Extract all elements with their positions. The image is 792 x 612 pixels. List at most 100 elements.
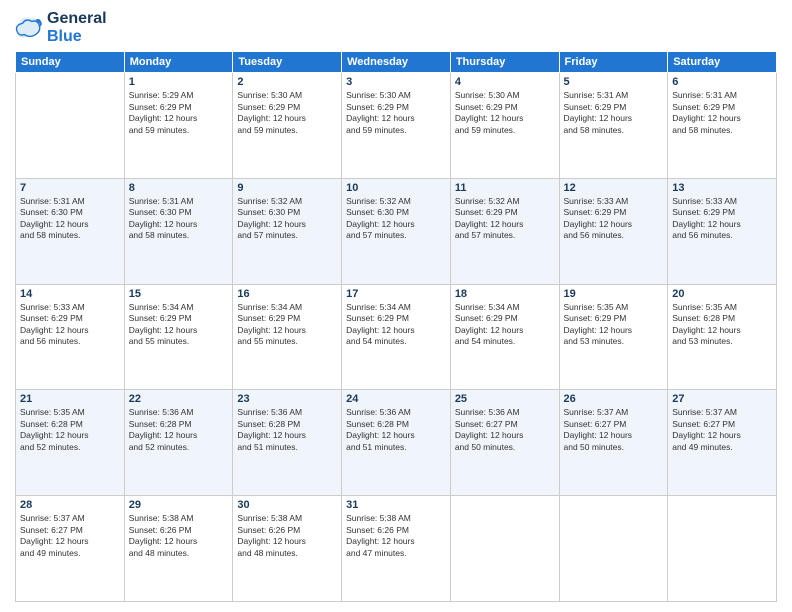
day-number: 16 [237,288,337,300]
calendar-cell: 30 Sunrise: 5:38 AM Sunset: 6:26 PM Dayli… [233,496,342,602]
day-number: 5 [564,76,664,88]
calendar-week-row: 28 Sunrise: 5:37 AM Sunset: 6:27 PM Dayli… [16,496,777,602]
day-number: 7 [20,182,120,194]
page: General Blue SundayMondayTuesdayWednesda… [0,0,792,612]
calendar-cell: 2 Sunrise: 5:30 AM Sunset: 6:29 PM Daylig… [233,73,342,179]
calendar-cell: 15 Sunrise: 5:34 AM Sunset: 6:29 PM Dayli… [124,284,233,390]
day-info: Sunrise: 5:32 AM Sunset: 6:30 PM Dayligh… [237,196,337,242]
day-info: Sunrise: 5:31 AM Sunset: 6:30 PM Dayligh… [129,196,229,242]
calendar-table: SundayMondayTuesdayWednesdayThursdayFrid… [15,51,777,602]
day-info: Sunrise: 5:33 AM Sunset: 6:29 PM Dayligh… [672,196,772,242]
calendar-header-thursday: Thursday [450,52,559,73]
day-info: Sunrise: 5:34 AM Sunset: 6:29 PM Dayligh… [129,302,229,348]
day-number: 2 [237,76,337,88]
day-number: 27 [672,393,772,405]
day-info: Sunrise: 5:36 AM Sunset: 6:27 PM Dayligh… [455,407,555,453]
calendar-cell: 24 Sunrise: 5:36 AM Sunset: 6:28 PM Dayli… [342,390,451,496]
day-info: Sunrise: 5:35 AM Sunset: 6:28 PM Dayligh… [20,407,120,453]
day-number: 12 [564,182,664,194]
calendar-cell: 20 Sunrise: 5:35 AM Sunset: 6:28 PM Dayli… [668,284,777,390]
day-number: 6 [672,76,772,88]
day-info: Sunrise: 5:36 AM Sunset: 6:28 PM Dayligh… [237,407,337,453]
calendar-header-wednesday: Wednesday [342,52,451,73]
day-info: Sunrise: 5:38 AM Sunset: 6:26 PM Dayligh… [346,513,446,559]
calendar-header-monday: Monday [124,52,233,73]
logo-icon [15,14,43,42]
day-number: 20 [672,288,772,300]
day-info: Sunrise: 5:31 AM Sunset: 6:29 PM Dayligh… [564,90,664,136]
calendar-cell: 21 Sunrise: 5:35 AM Sunset: 6:28 PM Dayli… [16,390,125,496]
day-info: Sunrise: 5:31 AM Sunset: 6:29 PM Dayligh… [672,90,772,136]
day-info: Sunrise: 5:36 AM Sunset: 6:28 PM Dayligh… [129,407,229,453]
calendar-cell: 7 Sunrise: 5:31 AM Sunset: 6:30 PM Daylig… [16,178,125,284]
day-info: Sunrise: 5:36 AM Sunset: 6:28 PM Dayligh… [346,407,446,453]
calendar-cell: 4Sunrise: 5:30 AM Sunset: 6:29 PM Daylig… [450,73,559,179]
calendar-cell: 14 Sunrise: 5:33 AM Sunset: 6:29 PM Dayli… [16,284,125,390]
calendar-cell: 31 Sunrise: 5:38 AM Sunset: 6:26 PM Dayli… [342,496,451,602]
day-number: 30 [237,499,337,511]
calendar-header-row: SundayMondayTuesdayWednesdayThursdayFrid… [16,52,777,73]
day-info: Sunrise: 5:34 AM Sunset: 6:29 PM Dayligh… [455,302,555,348]
day-info: Sunrise: 5:37 AM Sunset: 6:27 PM Dayligh… [20,513,120,559]
day-number: 18 [455,288,555,300]
day-number: 9 [237,182,337,194]
calendar-cell: 5 Sunrise: 5:31 AM Sunset: 6:29 PM Daylig… [559,73,668,179]
day-info: Sunrise: 5:30 AM Sunset: 6:29 PM Dayligh… [346,90,446,136]
day-number: 8 [129,182,229,194]
calendar-cell [559,496,668,602]
logo: General Blue [15,10,107,45]
calendar-cell [16,73,125,179]
day-number: 13 [672,182,772,194]
day-number: 21 [20,393,120,405]
day-number: 10 [346,182,446,194]
day-number: 15 [129,288,229,300]
day-info: Sunrise: 5:34 AM Sunset: 6:29 PM Dayligh… [237,302,337,348]
calendar-header-tuesday: Tuesday [233,52,342,73]
day-number: 23 [237,393,337,405]
day-number: 31 [346,499,446,511]
calendar-cell: 25 Sunrise: 5:36 AM Sunset: 6:27 PM Dayli… [450,390,559,496]
day-number: 1 [129,76,229,88]
calendar-cell: 13 Sunrise: 5:33 AM Sunset: 6:29 PM Dayli… [668,178,777,284]
day-number: 19 [564,288,664,300]
day-number: 11 [455,182,555,194]
calendar-cell: 27Sunrise: 5:37 AM Sunset: 6:27 PM Dayli… [668,390,777,496]
day-info: Sunrise: 5:38 AM Sunset: 6:26 PM Dayligh… [237,513,337,559]
day-info: Sunrise: 5:38 AM Sunset: 6:26 PM Dayligh… [129,513,229,559]
calendar-cell: 3Sunrise: 5:30 AM Sunset: 6:29 PM Daylig… [342,73,451,179]
calendar-week-row: 21 Sunrise: 5:35 AM Sunset: 6:28 PM Dayli… [16,390,777,496]
calendar-cell: 12 Sunrise: 5:33 AM Sunset: 6:29 PM Dayli… [559,178,668,284]
day-number: 25 [455,393,555,405]
calendar-cell: 28 Sunrise: 5:37 AM Sunset: 6:27 PM Dayli… [16,496,125,602]
day-number: 26 [564,393,664,405]
calendar-cell: 23 Sunrise: 5:36 AM Sunset: 6:28 PM Dayli… [233,390,342,496]
calendar-cell: 6 Sunrise: 5:31 AM Sunset: 6:29 PM Daylig… [668,73,777,179]
day-info: Sunrise: 5:30 AM Sunset: 6:29 PM Dayligh… [237,90,337,136]
day-info: Sunrise: 5:37 AM Sunset: 6:27 PM Dayligh… [564,407,664,453]
calendar-cell: 29 Sunrise: 5:38 AM Sunset: 6:26 PM Dayli… [124,496,233,602]
day-number: 4 [455,76,555,88]
day-info: Sunrise: 5:33 AM Sunset: 6:29 PM Dayligh… [20,302,120,348]
day-number: 28 [20,499,120,511]
calendar-cell: 26 Sunrise: 5:37 AM Sunset: 6:27 PM Dayli… [559,390,668,496]
day-info: Sunrise: 5:31 AM Sunset: 6:30 PM Dayligh… [20,196,120,242]
calendar-header-saturday: Saturday [668,52,777,73]
calendar-cell: 9 Sunrise: 5:32 AM Sunset: 6:30 PM Daylig… [233,178,342,284]
day-number: 14 [20,288,120,300]
calendar-cell: 10Sunrise: 5:32 AM Sunset: 6:30 PM Dayli… [342,178,451,284]
day-info: Sunrise: 5:29 AM Sunset: 6:29 PM Dayligh… [129,90,229,136]
calendar-cell: 16 Sunrise: 5:34 AM Sunset: 6:29 PM Dayli… [233,284,342,390]
day-number: 24 [346,393,446,405]
calendar-header-friday: Friday [559,52,668,73]
day-number: 17 [346,288,446,300]
calendar-cell: 19 Sunrise: 5:35 AM Sunset: 6:29 PM Dayli… [559,284,668,390]
calendar-week-row: 1 Sunrise: 5:29 AM Sunset: 6:29 PM Daylig… [16,73,777,179]
day-info: Sunrise: 5:33 AM Sunset: 6:29 PM Dayligh… [564,196,664,242]
calendar-cell: 18 Sunrise: 5:34 AM Sunset: 6:29 PM Dayli… [450,284,559,390]
day-number: 29 [129,499,229,511]
calendar-cell: 22Sunrise: 5:36 AM Sunset: 6:28 PM Dayli… [124,390,233,496]
calendar-week-row: 14 Sunrise: 5:33 AM Sunset: 6:29 PM Dayli… [16,284,777,390]
day-info: Sunrise: 5:35 AM Sunset: 6:29 PM Dayligh… [564,302,664,348]
day-info: Sunrise: 5:35 AM Sunset: 6:28 PM Dayligh… [672,302,772,348]
header: General Blue [15,10,777,45]
